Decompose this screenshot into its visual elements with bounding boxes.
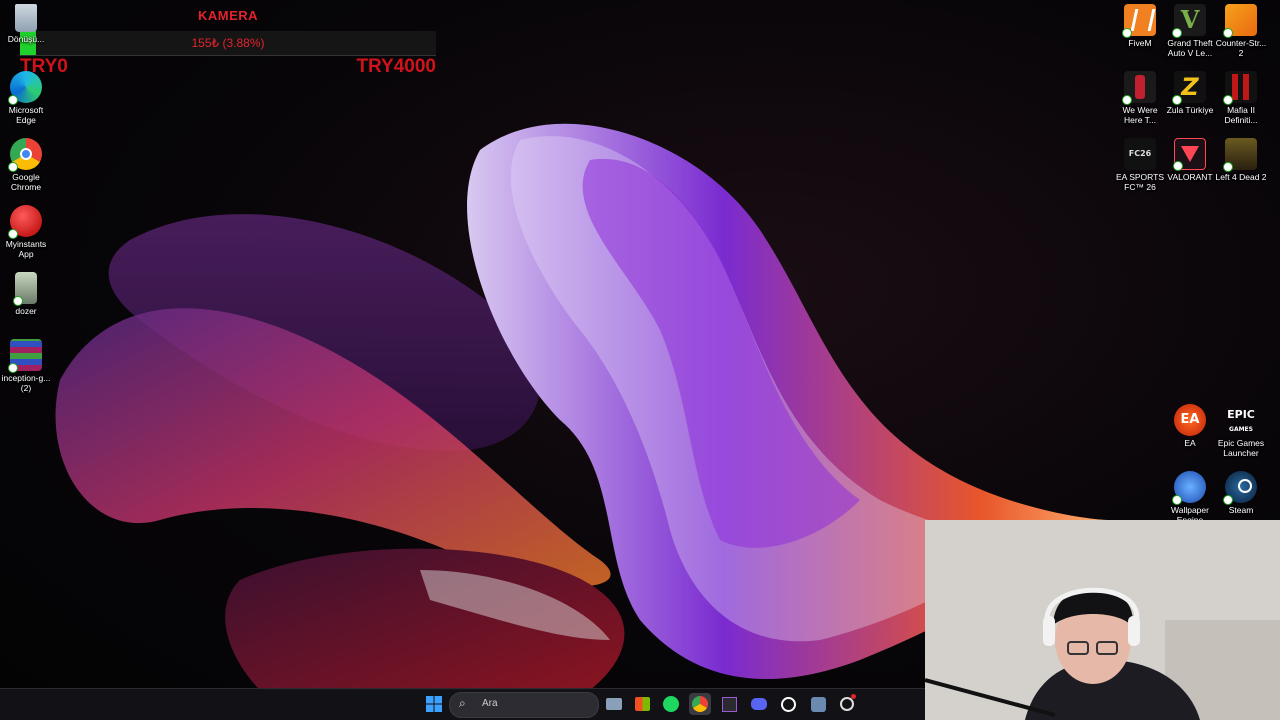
desktop-icon-steam[interactable]: Steam — [1215, 471, 1267, 515]
desktop-icon-label: EA SPORTS FC™ 26 — [1115, 172, 1165, 192]
ea-icon: EA — [1174, 404, 1206, 436]
valorant-icon — [1173, 138, 1206, 171]
steam-taskbar-icon[interactable] — [807, 693, 829, 715]
dozer-icon — [13, 272, 37, 306]
desktop-icon-label: Epic Games Launcher — [1217, 438, 1265, 458]
visual-studio-icon[interactable] — [718, 693, 740, 715]
desktop-icon-label: dozer — [15, 306, 37, 316]
whatsapp-icon[interactable] — [777, 693, 799, 715]
cs2-icon — [1223, 4, 1257, 38]
desktop-icon-label: Steam — [1228, 505, 1254, 515]
spotify-icon[interactable] — [660, 693, 682, 715]
desktop-icon-l4d2[interactable]: Left 4 Dead 2 — [1215, 138, 1267, 182]
fc26-icon: FC26 — [1124, 138, 1156, 170]
desktop-icon-inception[interactable]: inception-g... (2) — [0, 339, 52, 393]
mafia-icon — [1223, 71, 1257, 105]
desktop-icon-label: Grand Theft Auto V Le... — [1167, 38, 1213, 58]
desktop-icon-chrome[interactable]: Google Chrome — [0, 138, 52, 192]
chrome-icon — [8, 138, 42, 172]
steam-icon — [1223, 471, 1257, 505]
recycle-bin-icon — [15, 4, 37, 32]
fivem-icon — [1122, 4, 1156, 38]
desktop: KAMERA 155₺ (3.88%) TRY0 TRY4000 Dönüşü.… — [0, 0, 1280, 720]
desktop-icon-label: EA — [1184, 438, 1196, 448]
search-placeholder: Ara — [482, 698, 498, 709]
desktop-icon-gta[interactable]: V Grand Theft Auto V Le... — [1164, 4, 1216, 58]
desktop-icon-label: Google Chrome — [10, 172, 42, 192]
desktop-icon-label: Zula Türkiye — [1166, 105, 1214, 115]
desktop-icon-dozer[interactable]: dozer — [0, 272, 52, 316]
start-icon[interactable] — [423, 693, 445, 715]
we-were-here-icon — [1122, 71, 1156, 105]
zula-icon: Z — [1172, 71, 1206, 105]
desktop-icon-cs2[interactable]: Counter-Str... 2 — [1215, 4, 1267, 58]
myinstants-icon — [8, 205, 42, 239]
file-explorer-icon[interactable] — [603, 693, 625, 715]
desktop-icon-label: inception-g... (2) — [1, 373, 51, 393]
l4d2-icon — [1223, 138, 1257, 172]
discord-icon[interactable] — [748, 693, 770, 715]
epic-logo-subtext: GAMES — [1229, 426, 1253, 433]
desktop-icon-fivem[interactable]: FiveM — [1114, 4, 1166, 48]
desktop-icon-zula[interactable]: Z Zula Türkiye — [1164, 71, 1216, 115]
desktop-icon-label: Dönüşü... — [7, 34, 45, 44]
desktop-icon-label: Left 4 Dead 2 — [1215, 172, 1267, 182]
microsoft-store-icon[interactable] — [631, 693, 653, 715]
search-icon: ⌕ — [459, 696, 466, 710]
desktop-icon-recycle-bin[interactable]: Dönüşü... — [0, 4, 52, 44]
goal-progress-text: 155₺ (3.88%) — [191, 36, 265, 50]
chrome-taskbar-icon[interactable] — [689, 693, 711, 715]
desktop-icon-ea[interactable]: EA EA — [1164, 404, 1216, 448]
desktop-icon-label: Microsoft Edge — [8, 105, 44, 125]
desktop-icon-epic[interactable]: EPIC GAMES Epic Games Launcher — [1215, 404, 1267, 458]
desktop-icon-label: Mafia II Definiti... — [1224, 105, 1258, 125]
gta-icon: V — [1172, 4, 1206, 38]
desktop-icon-label: FiveM — [1128, 38, 1152, 48]
desktop-icon-fc26[interactable]: FC26 EA SPORTS FC™ 26 — [1114, 138, 1166, 192]
epic-icon: EPIC GAMES — [1225, 404, 1257, 436]
webcam-person-image — [925, 520, 1280, 720]
goal-title: KAMERA — [197, 8, 259, 23]
desktop-icon-label: VALORANT — [1167, 172, 1213, 182]
desktop-icon-we-were-here[interactable]: We Were Here T... — [1114, 71, 1166, 125]
desktop-icon-label: We Were Here T... — [1122, 105, 1158, 125]
desktop-icon-myinstants[interactable]: Myinstants App — [0, 205, 52, 259]
taskbar-search-box[interactable]: ⌕ Ara — [449, 692, 599, 718]
wallpaper-engine-icon — [1172, 471, 1206, 505]
settings-icon[interactable] — [836, 693, 858, 715]
desktop-icon-mafia[interactable]: Mafia II Definiti... — [1215, 71, 1267, 125]
desktop-icon-wallpaper-engine[interactable]: Wallpaper Engine — [1164, 471, 1216, 525]
desktop-icon-valorant[interactable]: VALORANT — [1164, 138, 1216, 182]
desktop-icon-label: Counter-Str... 2 — [1215, 38, 1267, 58]
donation-goal-overlay: KAMERA 155₺ (3.88%) TRY0 TRY4000 — [20, 6, 436, 77]
desktop-icon-edge[interactable]: Microsoft Edge — [0, 71, 52, 125]
webcam-overlay — [925, 520, 1280, 720]
epic-logo-text: EPIC — [1227, 408, 1255, 421]
desktop-icon-label: Myinstants App — [5, 239, 47, 259]
winrar-icon — [8, 339, 42, 373]
edge-icon — [8, 71, 42, 105]
goal-max-label: TRY4000 — [356, 56, 436, 77]
